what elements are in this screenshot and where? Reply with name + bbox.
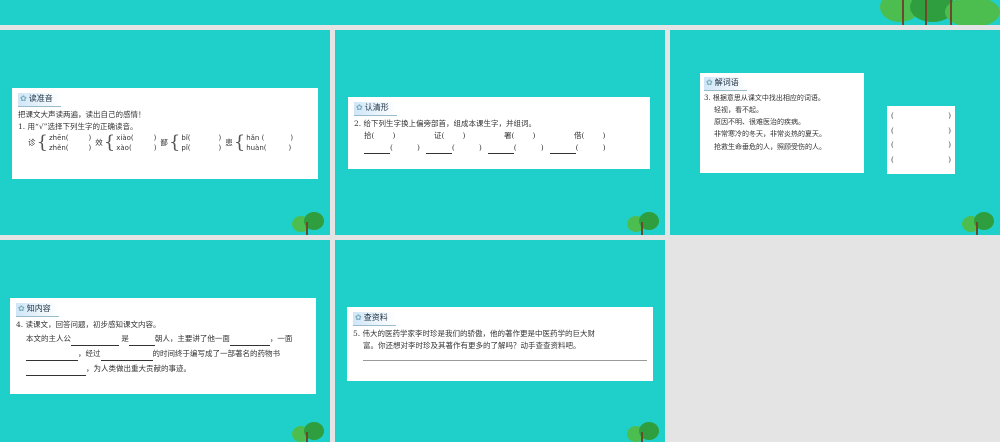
section-tag: ✿ 解词语 xyxy=(704,77,747,91)
content-card: ✿ 认清形 2. 给下列生字换上偏旁部首，组成本课生字，并组词。 拾() 证() … xyxy=(348,97,650,169)
tag-label: 知内容 xyxy=(26,304,51,313)
slide-thumbnail-4[interactable]: ✿ 知内容 4. 读课文，回答问题，初步感知课文内容。 本文的主人公 是朝人，主要… xyxy=(0,240,330,442)
tree-decoration-icon xyxy=(962,212,996,235)
instruction-text: 把课文大声读两遍，读出自己的感情！ xyxy=(18,109,146,119)
rabbit-icon: ✿ xyxy=(706,78,713,87)
answer-slot: () xyxy=(891,156,951,165)
tree-decoration-icon xyxy=(292,212,326,235)
slide-thumbnail-5[interactable]: ✿ 查资料 5. 伟大的医药学家李时珍是我们的骄傲，他的著作更是中医药学的巨大财 … xyxy=(335,240,665,442)
fill-in-paragraph: 本文的主人公 是朝人，主要讲了他一面 ，一面 ，经过 的时间终于编写成了一部著名的药… xyxy=(16,331,310,376)
pinyin-group: 效{xiào() xào() xyxy=(95,131,157,153)
rabbit-icon: ✿ xyxy=(355,313,362,322)
section-tag: ✿ 认清形 xyxy=(354,102,397,116)
pinyin-group: 患{hǎn () huàn() xyxy=(225,131,294,153)
tree-decoration-icon xyxy=(880,0,1000,25)
content-card: ✿ 知内容 4. 读课文，回答问题，初步感知课文内容。 本文的主人公 是朝人，主要… xyxy=(10,298,316,394)
slide-thumbnail-1[interactable]: ✿ 读准音 把课文大声读两遍，读出自己的感情！ 1. 用“√”选择下列生字的正确读… xyxy=(0,30,330,235)
slide-thumbnail-2[interactable]: ✿ 认清形 2. 给下列生字换上偏旁部首，组成本课生字，并组词。 拾() 证() … xyxy=(335,30,665,235)
tree-decoration-icon xyxy=(292,422,326,442)
question-text-cont: 富。你还想对李时珍及其著作有更多的了解吗？动手查查资料吧。 xyxy=(363,340,581,350)
question-text: 2. 给下列生字换上偏旁部首，组成本课生字，并组词。 xyxy=(354,118,537,128)
slide-thumbnail-3[interactable]: ✿ 解词语 3. 根据意思从课文中找出相应的词语。 轻视，看不起。 原因不明、很难… xyxy=(670,30,1000,235)
question-text: 3. 根据意思从课文中找出相应的词语。 xyxy=(704,93,825,102)
question-text: 1. 用“√”选择下列生字的正确读音。 xyxy=(18,121,138,131)
answer-line xyxy=(363,359,647,361)
section-tag: ✿ 知内容 xyxy=(16,303,59,317)
answer-card: () () () () xyxy=(887,106,955,174)
question-text: 5. 伟大的医药学家李时珍是我们的骄傲，他的著作更是中医药学的巨大财 xyxy=(353,328,596,338)
section-tag: ✿ 查资料 xyxy=(353,312,396,326)
tag-label: 认清形 xyxy=(364,103,389,112)
tree-decoration-icon xyxy=(627,422,661,442)
pinyin-group: 诊{zhēn() zhěn() xyxy=(28,131,92,153)
tag-label: 解词语 xyxy=(714,78,739,87)
definition-item: 轻视，看不起。 xyxy=(714,105,763,114)
answer-slot: () xyxy=(891,126,951,135)
rabbit-icon: ✿ xyxy=(18,304,25,313)
content-card: ✿ 解词语 3. 根据意思从课文中找出相应的词语。 轻视，看不起。 原因不明、很难… xyxy=(700,73,864,173)
answer-slot: () xyxy=(891,141,951,150)
definition-item: 抢救生命垂危的人，照顾受伤的人。 xyxy=(714,142,826,151)
tree-decoration-icon xyxy=(627,212,661,235)
answer-slot: () xyxy=(891,112,951,120)
tag-label: 读准音 xyxy=(28,94,53,103)
rabbit-icon: ✿ xyxy=(356,103,363,112)
definition-item: 非常寒冷的冬天，非常炎热的夏天。 xyxy=(714,130,826,139)
definition-item: 原因不明、很难医治的疾病。 xyxy=(714,118,805,127)
question-text: 4. 读课文，回答问题，初步感知课文内容。 xyxy=(16,319,161,329)
content-card: ✿ 查资料 5. 伟大的医药学家李时珍是我们的骄傲，他的著作更是中医药学的巨大财 … xyxy=(347,307,653,381)
content-card: ✿ 读准音 把课文大声读两遍，读出自己的感情！ 1. 用“√”选择下列生字的正确读… xyxy=(12,88,318,179)
previous-slide-thumbnail[interactable] xyxy=(0,0,1000,25)
pinyin-group: 鄙{bǐ() pǐ() xyxy=(160,131,222,153)
tag-label: 查资料 xyxy=(363,313,388,322)
section-tag: ✿ 读准音 xyxy=(18,93,61,107)
rabbit-icon: ✿ xyxy=(20,94,27,103)
